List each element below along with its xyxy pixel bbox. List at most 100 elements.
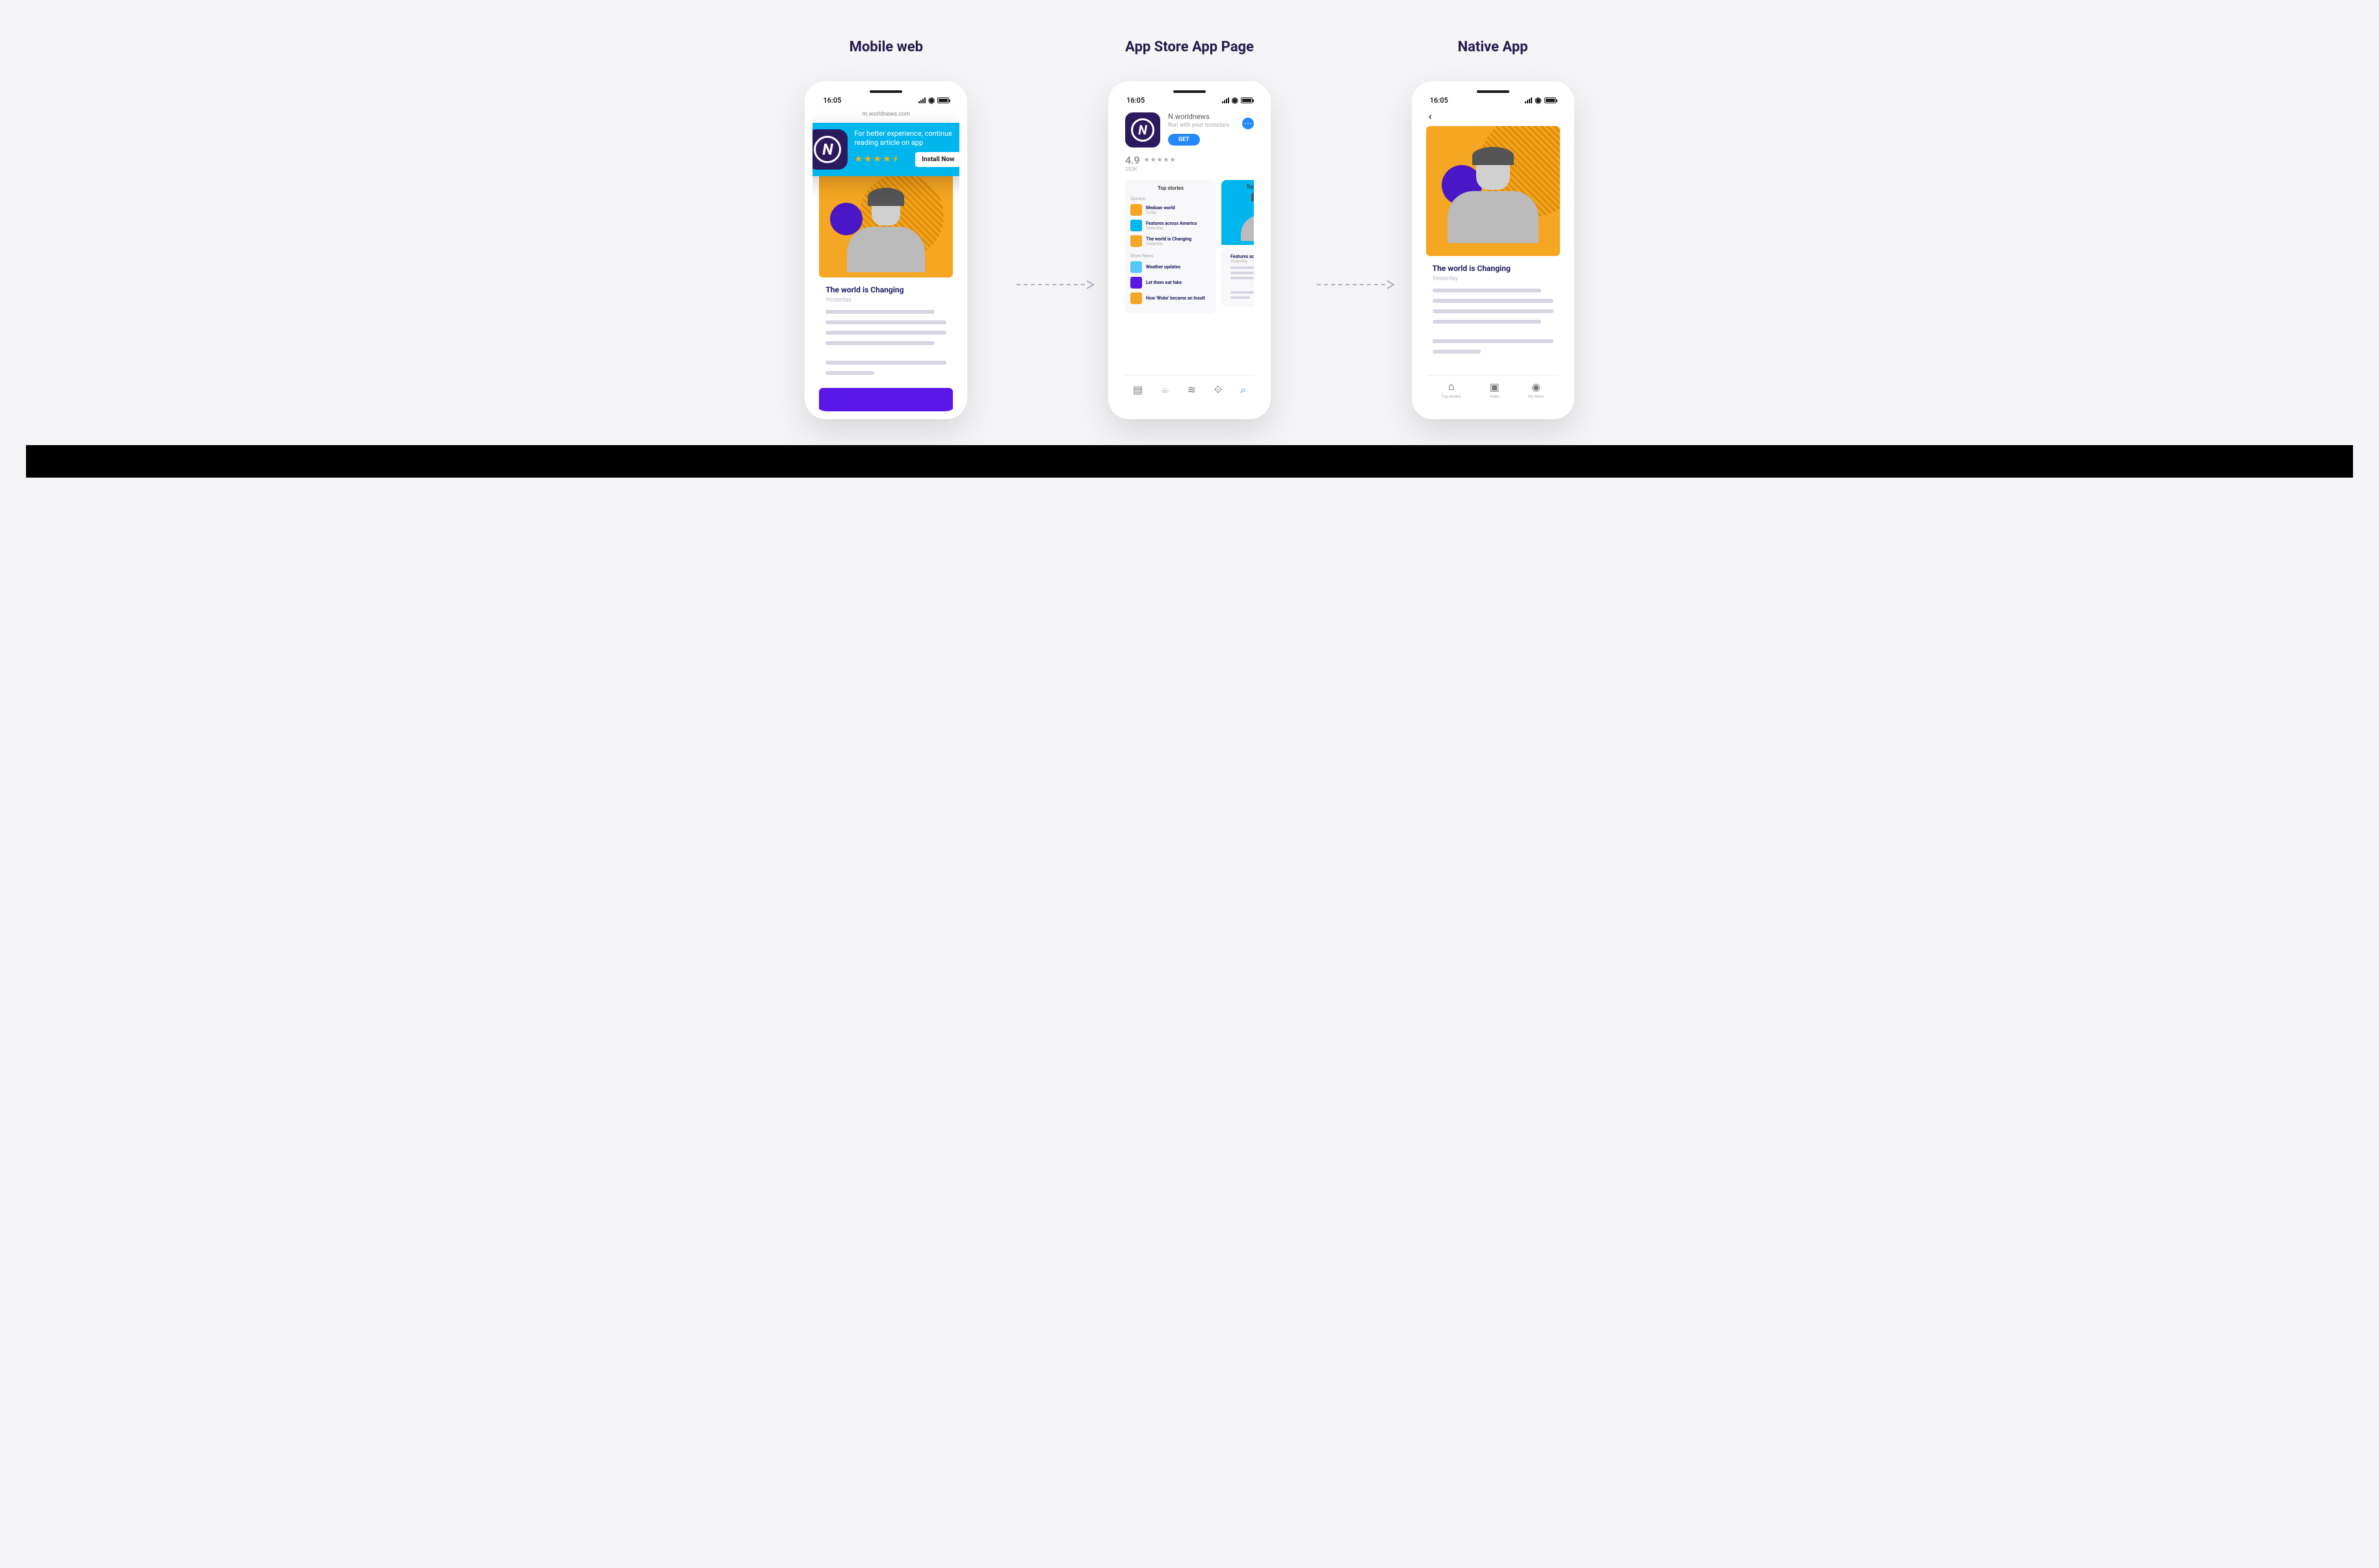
tab-search[interactable]: ⌕ [1240,383,1246,396]
text-placeholder [1230,291,1254,294]
column-title: Mobile web [850,39,923,55]
feature-time: Yesterday [1227,259,1254,264]
tab-my-news[interactable]: ◉My News [1528,381,1544,399]
wifi-icon: ◉ [928,96,935,105]
story-item: Medoan worldToday [1130,204,1211,216]
article-hero-image [1426,126,1560,256]
phone-mockup-native: 16:05 ◉ ‹ The world is Changin [1412,81,1574,419]
app-subtitle: Run with your monstars [1168,122,1234,129]
install-promo-banner[interactable]: N For better experience, continue readin… [812,123,959,176]
signal-icon [918,97,926,103]
text-placeholder [826,310,934,314]
app-store-tabbar: ▤ ⌯ ≋ ⟐ ⌕ [1124,375,1255,404]
wifi-icon: ◉ [1232,96,1238,105]
article-title: The world is Changing [1433,264,1554,273]
story-thumb [1130,261,1142,273]
star-icon: ★ [864,153,872,165]
story-thumb [1130,277,1142,289]
story-time: Today [1146,211,1211,215]
battery-icon [1544,97,1556,103]
story-item: Features across AmericaYesterday [1130,220,1211,231]
rating-stars: ★★★★★ [1144,157,1176,164]
tab-label: My News [1528,394,1544,399]
tab-games[interactable]: ⌯ [1161,383,1169,396]
app-icon[interactable]: N [1125,112,1160,148]
story-item: The world is ChangingYesterday [1130,235,1211,247]
text-placeholder [1433,299,1554,303]
column-title: Native App [1458,39,1528,55]
tab-arcade[interactable]: ⟐ [1214,383,1223,396]
install-now-button[interactable]: Install Now [915,152,959,167]
battery-icon [937,97,949,103]
get-button[interactable]: GET [1168,134,1200,146]
text-placeholder [1230,272,1254,274]
tab-label: video [1490,394,1499,399]
text-placeholder [826,320,946,324]
wifi-icon: ◉ [1535,96,1541,105]
battery-icon [1241,97,1253,103]
text-placeholder [826,371,874,375]
flow-arrow-1 [1017,279,1095,290]
story-item: Let them eat fake [1130,277,1211,289]
tab-top-stories[interactable]: ⌂Top stories [1442,380,1461,399]
story-title: Medoan world [1146,205,1211,211]
rating-row: 4.9 ★★★★★ [1125,154,1254,166]
text-placeholder [1230,266,1254,269]
text-placeholder [1230,277,1254,279]
section-label: More News [1130,253,1211,259]
rating-count: 253K [1125,166,1254,172]
status-time: 16:05 [1126,96,1145,105]
text-placeholder [1433,339,1554,343]
footer-strip [26,445,2353,478]
person-icon: ◉ [1531,381,1540,393]
text-placeholder [826,361,946,365]
column-app-store: App Store App Page 16:05 ◉ N N.wo [1108,39,1271,419]
screenshot-card-left[interactable]: Top stories Opinion Medoan worldToday Fe… [1125,180,1216,313]
story-title: How 'Woke' became an Insult [1146,296,1211,301]
flow-arrow-2 [1317,279,1395,290]
column-native: Native App 16:05 ◉ ‹ [1412,39,1574,419]
n-logo: N [814,136,841,163]
tab-video[interactable]: ▣video [1490,381,1500,399]
column-title: App Store App Page [1125,39,1254,55]
signal-icon [1525,97,1532,103]
status-time: 16:05 [1430,96,1448,105]
video-icon: ▣ [1490,381,1500,393]
screenshot-card-right[interactable]: Top Features across A Yesterday [1221,180,1254,313]
rocket-icon: ⌯ [1161,383,1169,396]
banner-rating-stars: ★★★★⯨ Install Now [854,152,959,167]
search-icon: ⌕ [1240,383,1246,396]
secondary-article-card[interactable] [819,388,953,411]
feature-title: Features across A [1227,254,1254,259]
phone-notch [870,90,902,93]
back-button[interactable]: ‹ [1420,109,1566,123]
home-icon: ⌂ [1448,380,1455,393]
app-store-header: N N.worldnews Run with your monstars GET… [1125,112,1254,148]
star-icon: ★ [883,153,891,165]
section-label: Opinion [1130,196,1211,201]
screenshot-header: Top [1221,180,1254,190]
story-thumb [1130,235,1142,247]
app-icon: N [812,129,848,170]
article-card[interactable]: The world is Changing Yesterday [1426,256,1560,361]
tab-apps[interactable]: ≋ [1187,383,1195,396]
article-timestamp: Yesterday [1433,276,1554,282]
star-icon: ★ [854,153,863,165]
article-timestamp: Yesterday [826,297,946,303]
arcade-icon: ⟐ [1214,383,1223,396]
story-time: Yesterday [1146,242,1211,246]
phone-mockup-mobile-web: 16:05 ◉ m.worldnews.com N For better exp… [805,81,967,419]
status-time: 16:05 [823,96,841,105]
signal-icon [1222,97,1229,103]
tab-today[interactable]: ▤ [1133,383,1143,396]
text-placeholder [1433,350,1481,353]
text-placeholder [1230,296,1250,299]
more-button[interactable]: ⋯ [1242,118,1254,129]
article-hero-image [819,174,953,277]
article-card[interactable]: The world is Changing Yesterday [819,277,953,383]
text-placeholder [1433,289,1541,292]
star-half-icon: ⯨ [892,153,897,165]
text-placeholder [826,331,946,335]
column-mobile-web: Mobile web 16:05 ◉ m.worldnews.com N For… [805,39,967,419]
url-bar[interactable]: m.worldnews.com [812,109,959,123]
